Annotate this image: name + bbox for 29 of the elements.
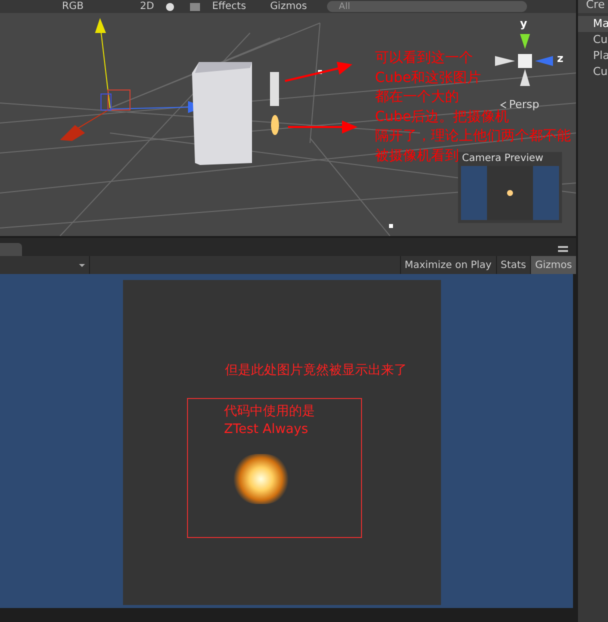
projection-label[interactable]: Persp bbox=[509, 97, 540, 114]
gizmos-dropdown[interactable]: Gizmos bbox=[266, 2, 311, 12]
create-button[interactable]: Cre bbox=[578, 0, 608, 13]
glow-icon bbox=[507, 190, 513, 196]
lighting-icon[interactable] bbox=[166, 2, 174, 10]
annotation-text: 但是此处图片竟然被显示出来了 bbox=[225, 362, 407, 380]
panel-menu-icon[interactable] bbox=[558, 246, 568, 252]
annotation-text: 代码中使用的是 ZTest Always bbox=[224, 403, 315, 439]
effects-dropdown[interactable]: Effects bbox=[208, 2, 250, 12]
annotation-text: 隔开了，理论上他们两个都不能 bbox=[375, 127, 571, 146]
annotation-text: Cube后边。把摄像机 bbox=[375, 108, 510, 126]
annotation-text: 都在一个大的 bbox=[375, 88, 459, 107]
hierarchy-item[interactable]: Cu bbox=[578, 32, 608, 48]
audio-icon[interactable] bbox=[190, 2, 200, 10]
toolbar-toggle[interactable]: Gizmos bbox=[530, 256, 576, 274]
annotation-text: 可以看到这一个 bbox=[375, 49, 473, 68]
annotation-text: 被摄像机看到 bbox=[375, 146, 459, 166]
axis-label: z bbox=[557, 51, 564, 67]
hierarchy-item[interactable]: Pla bbox=[578, 48, 608, 64]
camera-preview-title: Camera Preview bbox=[461, 152, 544, 166]
caret-icon bbox=[79, 264, 85, 266]
axis-label: y bbox=[520, 16, 528, 32]
search-field[interactable]: All bbox=[326, 1, 527, 12]
annotation-text: Cube和这张图片 bbox=[375, 68, 482, 88]
draw-mode-dropdown[interactable]: RGB bbox=[58, 2, 128, 12]
hierarchy-item[interactable]: Cu bbox=[578, 64, 608, 80]
2d-toggle[interactable]: 2D bbox=[136, 2, 158, 12]
chevron-left-icon[interactable] bbox=[500, 101, 507, 109]
hierarchy-item[interactable]: Ma bbox=[578, 16, 608, 32]
